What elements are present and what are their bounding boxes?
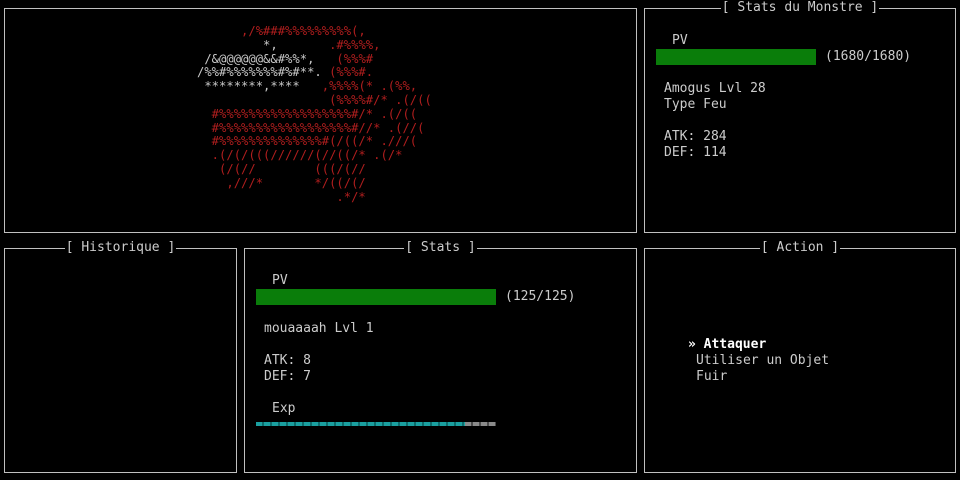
ascii-art-segment: (%%%#.: [321, 65, 374, 80]
ascii-art-line: ,/%###%%%%%%%%%(,: [175, 24, 432, 39]
action-flee[interactable]: Fuir: [696, 369, 727, 385]
ascii-art-line: .(/(/(((//////(//((/* .(/*: [175, 148, 432, 163]
monster-def: DEF: 114: [664, 145, 727, 160]
ascii-art-segment: /%%#%%%%%%%#%#**.: [175, 65, 322, 80]
history-panel: [ Historique ]: [4, 240, 237, 473]
monster-hp-bar: [656, 49, 816, 65]
player-hp-bar: [256, 289, 496, 305]
ascii-art-segment: .*/*: [175, 189, 366, 204]
ascii-art-segment: (/(// (((/(//: [175, 161, 366, 176]
monster-type: Type Feu: [664, 97, 727, 112]
ascii-art-segment: #%%%%%%%%%%%%%%#(/((/* .///(: [175, 134, 418, 149]
ascii-art-line: .*/*: [175, 189, 432, 205]
ascii-art-line: #%%%%%%%%%%%%%%%%%%#//* .(//(: [175, 120, 432, 136]
ascii-art-segment: ,%%%%(* .(%%,: [299, 79, 418, 94]
ascii-art-segment: .(/(/(((//////(//((/* .(/*: [175, 148, 403, 163]
ascii-art-line: #%%%%%%%%%%%%%%#(/((/* .///(: [175, 134, 432, 149]
ascii-art-segment: ********,****: [175, 79, 300, 94]
player-stats-panel: [ Stats ] PV (125/125) mouaaaah Lvl 1 AT…: [244, 240, 637, 473]
ascii-art-line: /&@@@@@@&&#%%*, (%%%#: [175, 51, 432, 67]
player-exp-bar-remaining: [464, 422, 496, 426]
action-title: [ Action ]: [759, 240, 841, 255]
ascii-art-segment: ,///* */((/(/: [175, 175, 366, 190]
monster-hp-bar-fill: [656, 49, 816, 65]
ascii-art-segment: (%%%%#/* .(/((: [175, 92, 432, 107]
monster-stats-panel: [ Stats du Monstre ] PV (1680/1680) Amog…: [644, 0, 956, 233]
action-use-item[interactable]: Utiliser un Objet: [696, 353, 829, 369]
ascii-art-line: ********,**** ,%%%%(* .(%%,: [175, 79, 432, 94]
ascii-art-line: /%%#%%%%%%%#%#**. (%%%#.: [175, 65, 432, 80]
player-name-level: mouaaaah Lvl 1: [264, 321, 374, 336]
monster-ascii-art: ,/%###%%%%%%%%%(, *, .#%%%%, /&@@@@@@&&#…: [175, 24, 432, 205]
player-atk: ATK: 8: [264, 353, 311, 368]
monster-hp-label: PV: [672, 33, 688, 48]
monster-name-level: Amogus Lvl 28: [664, 81, 766, 96]
ascii-art-line: (%%%%#/* .(/((: [175, 92, 432, 108]
ascii-art-segment: #%%%%%%%%%%%%%%%%%%#/* .(/((: [175, 106, 418, 121]
ascii-art-segment: /&@@@@@@&&#%%*,: [175, 51, 315, 66]
monster-atk: ATK: 284: [664, 129, 727, 144]
player-exp-bar: [256, 422, 496, 426]
player-hp-label: PV: [272, 273, 288, 288]
player-hp-text: (125/125): [505, 289, 576, 304]
player-stats-title: [ Stats ]: [404, 240, 477, 255]
ascii-art-line: #%%%%%%%%%%%%%%%%%%#/* .(/((: [175, 106, 432, 122]
monster-stats-title: [ Stats du Monstre ]: [720, 0, 880, 15]
ascii-art-segment: #%%%%%%%%%%%%%%%%%%#//* .(//(: [175, 120, 425, 135]
ascii-art-segment: (%%%#: [314, 51, 374, 66]
monster-art-panel: ,/%###%%%%%%%%%(, *, .#%%%%, /&@@@@@@&&#…: [4, 8, 637, 233]
player-exp-label: Exp: [272, 401, 296, 416]
action-attack[interactable]: » Attaquer: [688, 337, 766, 353]
ascii-art-line: ,///* */((/(/: [175, 175, 432, 191]
ascii-art-segment: .#%%%%,: [277, 37, 381, 52]
ascii-art-line: *, .#%%%%,: [175, 37, 432, 53]
player-exp-bar-fill: [256, 422, 465, 426]
player-hp-bar-fill: [256, 289, 496, 305]
ascii-art-line: (/(// (((/(//: [175, 161, 432, 177]
history-title: [ Historique ]: [64, 240, 177, 255]
action-panel: [ Action ] » Attaquer Utiliser un Objet …: [644, 240, 956, 473]
ascii-art-segment: ,/%###%%%%%%%%%(,: [175, 24, 366, 38]
monster-hp-text: (1680/1680): [825, 49, 912, 64]
player-def: DEF: 7: [264, 369, 311, 384]
ascii-art-segment: *,: [175, 37, 278, 52]
